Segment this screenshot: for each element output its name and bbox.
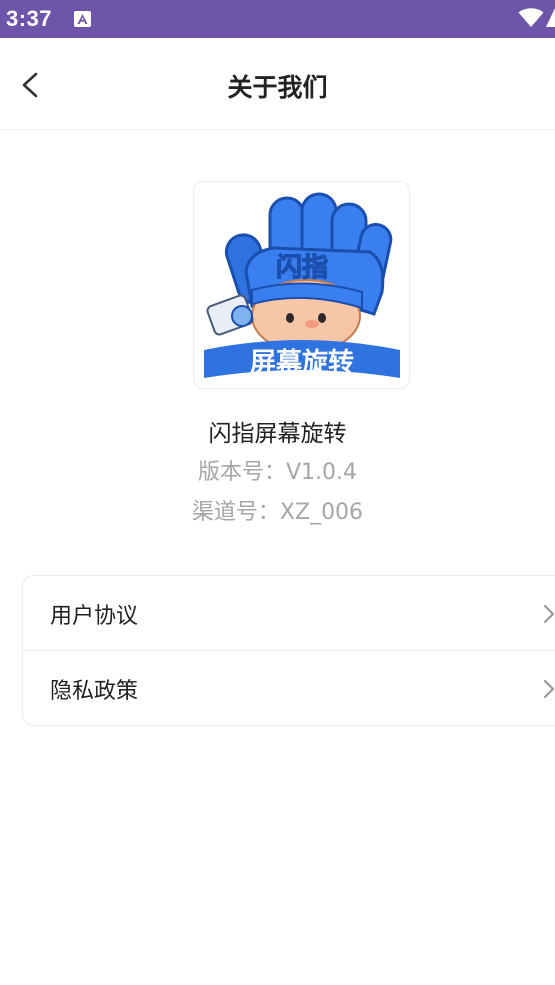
status-time: 3:37 — [6, 6, 53, 31]
menu-item-label: 隐私政策 — [50, 679, 139, 704]
app-icon: 闪指 屏幕旋转 — [193, 181, 410, 389]
menu-item-privacy-policy[interactable]: 隐私政策 — [23, 651, 555, 726]
channel-text: 渠道号：XZ_006 — [191, 500, 364, 525]
version-text: 版本号：V1.0.4 — [197, 460, 358, 485]
icon-text-bottom: 屏幕旋转 — [250, 348, 354, 378]
wifi-icon — [518, 8, 544, 32]
status-bar: 3:37 — [0, 0, 555, 38]
chevron-right-icon — [543, 679, 555, 699]
page-title: 关于我们 — [227, 73, 328, 102]
app-bar: 关于我们 — [0, 38, 555, 130]
app-name: 闪指屏幕旋转 — [208, 421, 347, 447]
notification-a-icon — [74, 11, 91, 27]
menu-card: 用户协议 隐私政策 — [22, 575, 555, 726]
menu-item-user-agreement[interactable]: 用户协议 — [23, 576, 555, 651]
menu-item-label: 用户协议 — [50, 604, 139, 629]
chevron-right-icon — [543, 604, 555, 624]
signal-icon — [546, 8, 555, 32]
icon-text-top: 闪指 — [276, 253, 328, 283]
